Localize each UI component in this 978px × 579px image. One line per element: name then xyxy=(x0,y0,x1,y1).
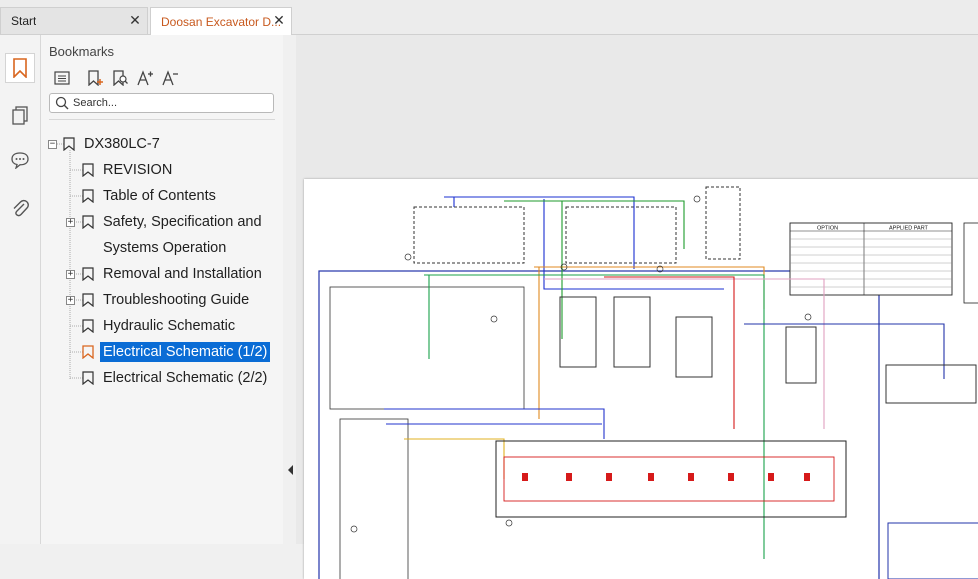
tab-document[interactable]: Doosan Excavator D... ✕ xyxy=(150,7,292,35)
decrease-text-icon xyxy=(161,70,178,86)
bookmark-icon xyxy=(82,345,94,359)
bookmark-icon xyxy=(82,293,94,307)
pages-panel-button[interactable] xyxy=(5,101,35,131)
bookmark-item-revision[interactable]: REVISION xyxy=(82,158,175,182)
bookmark-icon xyxy=(82,371,94,385)
options-list-icon xyxy=(53,71,70,85)
electrical-schematic-drawing: OPTION APPLIED PART xyxy=(318,186,978,579)
attachments-panel-button[interactable] xyxy=(5,193,35,223)
tab-start[interactable]: Start ✕ xyxy=(0,7,148,34)
bookmark-label: Safety, Specification and xyxy=(103,214,262,230)
bookmarks-panel: Bookmarks Search... − DX380LC-7 REVISION… xyxy=(41,35,283,544)
bookmark-icon xyxy=(13,58,27,78)
tab-strip: Start ✕ Doosan Excavator D... ✕ xyxy=(0,0,978,35)
expand-toggle[interactable]: + xyxy=(66,270,75,279)
chevron-left-icon xyxy=(288,465,293,475)
bookmark-icon xyxy=(82,215,94,229)
collapse-panel-handle[interactable] xyxy=(285,462,295,478)
bookmark-label: Removal and Installation xyxy=(103,266,262,282)
bookmark-label: Electrical Schematic (2/2) xyxy=(103,370,268,386)
bookmark-icon xyxy=(82,267,94,281)
bookmark-root[interactable]: DX380LC-7 xyxy=(63,132,163,156)
divider xyxy=(49,119,275,120)
find-bookmark-icon xyxy=(112,70,128,86)
collapse-toggle[interactable]: − xyxy=(48,140,57,149)
bookmark-item-troubleshooting[interactable]: Troubleshooting Guide xyxy=(82,288,252,312)
bookmark-item-electrical-2[interactable]: Electrical Schematic (2/2) xyxy=(82,366,270,390)
legend-header-option: OPTION xyxy=(817,226,838,232)
bookmark-item-hydraulic[interactable]: Hydraulic Schematic xyxy=(82,314,238,338)
schematic-page: OPTION APPLIED PART xyxy=(304,179,978,579)
legend-header-applied-part: APPLIED PART xyxy=(889,226,929,232)
bookmark-icon xyxy=(63,137,75,151)
bookmark-item-safety-line2[interactable]: Systems Operation xyxy=(100,236,229,260)
options-list-button[interactable] xyxy=(49,68,74,88)
bookmark-item-removal[interactable]: Removal and Installation xyxy=(82,262,265,286)
bookmark-item-electrical-1[interactable]: Electrical Schematic (1/2) xyxy=(82,340,271,364)
bookmarks-panel-button[interactable] xyxy=(5,53,35,83)
close-icon[interactable]: ✕ xyxy=(273,13,285,27)
bookmark-label: DX380LC-7 xyxy=(84,136,160,152)
comments-panel-button[interactable] xyxy=(5,145,35,175)
side-rail xyxy=(0,35,41,544)
bookmark-label: Systems Operation xyxy=(103,240,227,256)
decrease-text-button[interactable] xyxy=(157,68,182,88)
tab-label: Doosan Excavator D... xyxy=(161,14,282,29)
panel-title: Bookmarks xyxy=(49,44,115,59)
expand-toggle[interactable]: + xyxy=(66,296,75,305)
add-bookmark-button[interactable] xyxy=(82,68,107,88)
pages-icon xyxy=(12,106,28,125)
tab-label: Start xyxy=(11,14,37,28)
search-icon xyxy=(55,96,69,110)
increase-text-button[interactable] xyxy=(132,68,157,88)
comment-icon xyxy=(11,152,29,169)
bookmark-label: REVISION xyxy=(103,162,173,178)
add-bookmark-icon xyxy=(87,70,103,86)
bookmark-icon xyxy=(82,163,94,177)
find-bookmark-button[interactable] xyxy=(107,68,132,88)
document-view[interactable]: OPTION APPLIED PART xyxy=(296,35,978,579)
bookmark-label: Troubleshooting Guide xyxy=(103,292,250,308)
bookmark-icon xyxy=(82,189,94,203)
bookmark-search-field[interactable] xyxy=(49,93,274,113)
bookmark-item-table-of-contents[interactable]: Table of Contents xyxy=(82,184,219,208)
bookmark-item-safety[interactable]: Safety, Specification and xyxy=(82,210,265,234)
search-input[interactable] xyxy=(69,97,263,109)
bookmark-label: Electrical Schematic (1/2) xyxy=(100,342,271,362)
close-icon[interactable]: ✕ xyxy=(129,13,141,27)
paperclip-icon xyxy=(13,199,29,217)
bookmark-icon xyxy=(82,319,94,333)
bookmarks-toolbar xyxy=(49,68,182,88)
bookmark-label: Hydraulic Schematic xyxy=(103,318,236,334)
bookmark-label: Table of Contents xyxy=(103,188,216,204)
expand-toggle[interactable]: + xyxy=(66,218,75,227)
increase-text-icon xyxy=(136,70,153,86)
